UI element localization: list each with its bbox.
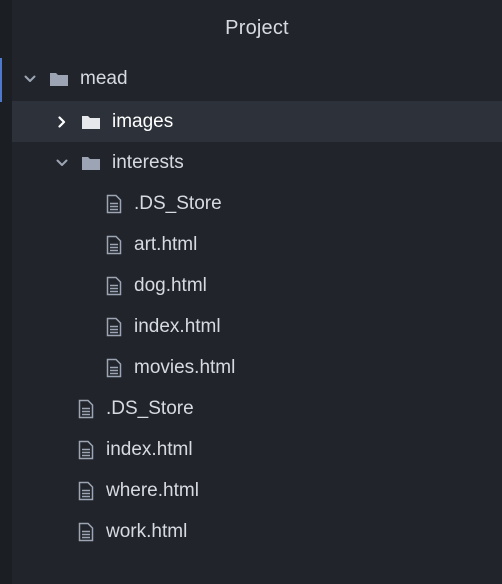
tree-item-file[interactable]: index.html [12,429,502,470]
file-tree: mead images interests .DS_Store art.html… [0,56,502,552]
tree-item-file[interactable]: .DS_Store [12,388,502,429]
tree-item-label: dog.html [134,274,207,296]
folder-icon [80,154,102,172]
tree-item-file[interactable]: dog.html [12,265,502,306]
tree-item-label: .DS_Store [134,192,222,214]
tree-item-file[interactable]: .DS_Store [12,183,502,224]
tree-item-file[interactable]: art.html [12,224,502,265]
tree-item-file[interactable]: movies.html [12,347,502,388]
tree-item-label: work.html [106,520,188,542]
chevron-down-icon[interactable] [22,71,38,87]
file-icon [76,480,96,502]
tree-item-label: art.html [134,233,198,255]
tree-item-label: interests [112,151,184,173]
chevron-down-icon[interactable] [54,155,70,171]
tree-item-label: .DS_Store [106,397,194,419]
tree-item-label: index.html [134,315,221,337]
tree-item-label: movies.html [134,356,236,378]
folder-icon [48,70,70,88]
tree-item-file[interactable]: work.html [12,511,502,552]
tree-item-interests[interactable]: interests [12,142,502,183]
tree-item-mead[interactable]: mead [0,56,502,102]
file-icon [104,316,124,338]
tree-item-label: where.html [106,479,199,501]
chevron-right-icon[interactable] [54,114,70,130]
tree-item-label: images [112,110,174,132]
file-icon [104,275,124,297]
project-panel: Project mead images interests .DS_Store … [0,0,502,584]
file-icon [76,521,96,543]
panel-header: Project [12,0,502,56]
panel-title: Project [225,16,289,39]
file-icon [76,439,96,461]
tree-item-label: mead [80,67,128,89]
file-icon [76,398,96,420]
file-icon [104,193,124,215]
tree-item-file[interactable]: where.html [12,470,502,511]
tree-item-file[interactable]: index.html [12,306,502,347]
file-icon [104,357,124,379]
file-icon [104,234,124,256]
tree-item-images[interactable]: images [12,101,502,142]
folder-icon [80,113,102,131]
tree-item-label: index.html [106,438,193,460]
